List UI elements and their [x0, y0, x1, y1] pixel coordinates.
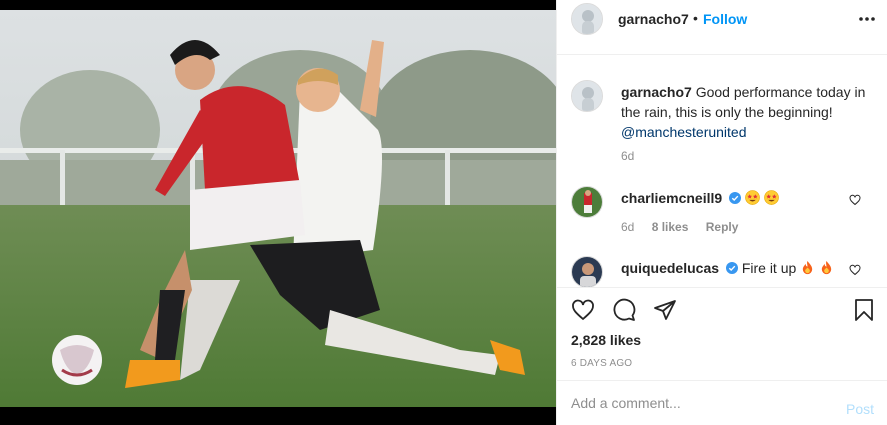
post-date[interactable]: 6 DAYS AGO [571, 358, 632, 369]
comment-text: charliemcneill9 [621, 190, 779, 206]
post-side-panel: garnacho7 • Follow garnacho7 Good perfor… [556, 0, 887, 425]
likes-count[interactable]: 2,828 likes [571, 332, 641, 348]
author-username[interactable]: garnacho7 [618, 11, 689, 27]
fire-icon [821, 260, 832, 275]
like-comment-heart-icon[interactable] [849, 264, 861, 276]
more-options-icon[interactable] [857, 12, 877, 26]
commenter-avatar[interactable] [571, 256, 603, 287]
verified-badge-icon [725, 262, 738, 274]
star-struck-icon [745, 190, 760, 205]
reply-button[interactable]: Reply [706, 220, 739, 234]
caption-mention[interactable]: @manchesterunited [621, 124, 747, 140]
like-heart-icon[interactable] [571, 298, 595, 322]
verified-badge-icon [729, 192, 742, 204]
author-avatar[interactable] [571, 3, 603, 35]
comment-meta: 6d 8 likes Reply [621, 220, 752, 234]
comment-input[interactable] [571, 393, 821, 413]
star-struck-icon [764, 190, 779, 205]
separator-dot: • [693, 10, 698, 26]
commenter-avatar[interactable] [571, 186, 603, 218]
comment-body: Fire it up [741, 260, 797, 276]
add-comment-bar: Post [557, 380, 887, 425]
bottom-letterbox [0, 407, 556, 425]
post-photo-image [0, 10, 556, 407]
post-actions: 2,828 likes 6 DAYS AGO [557, 287, 887, 379]
caption-username[interactable]: garnacho7 [621, 84, 692, 100]
comment-timestamp[interactable]: 6d [621, 220, 634, 234]
fire-icon [802, 260, 813, 275]
comment-likes[interactable]: 8 likes [652, 220, 689, 234]
comment-text: quiquedelucas Fire it up [621, 260, 834, 276]
caption-text: garnacho7 Good performance today in the … [621, 82, 871, 142]
post-header: garnacho7 • Follow [557, 0, 887, 55]
caption-timestamp[interactable]: 6d [621, 149, 634, 163]
comment-username[interactable]: charliemcneill9 [621, 190, 722, 206]
share-icon[interactable] [653, 298, 677, 322]
save-bookmark-icon[interactable] [852, 298, 876, 322]
comments-list[interactable]: garnacho7 Good performance today in the … [557, 56, 887, 287]
post-photo[interactable] [0, 10, 556, 407]
like-comment-heart-icon[interactable] [849, 194, 861, 206]
comment-icon[interactable] [612, 298, 636, 322]
post-comment-button[interactable]: Post [846, 401, 874, 417]
comment-username[interactable]: quiquedelucas [621, 260, 719, 276]
caption-avatar[interactable] [571, 80, 603, 112]
follow-button[interactable]: Follow [703, 11, 747, 27]
